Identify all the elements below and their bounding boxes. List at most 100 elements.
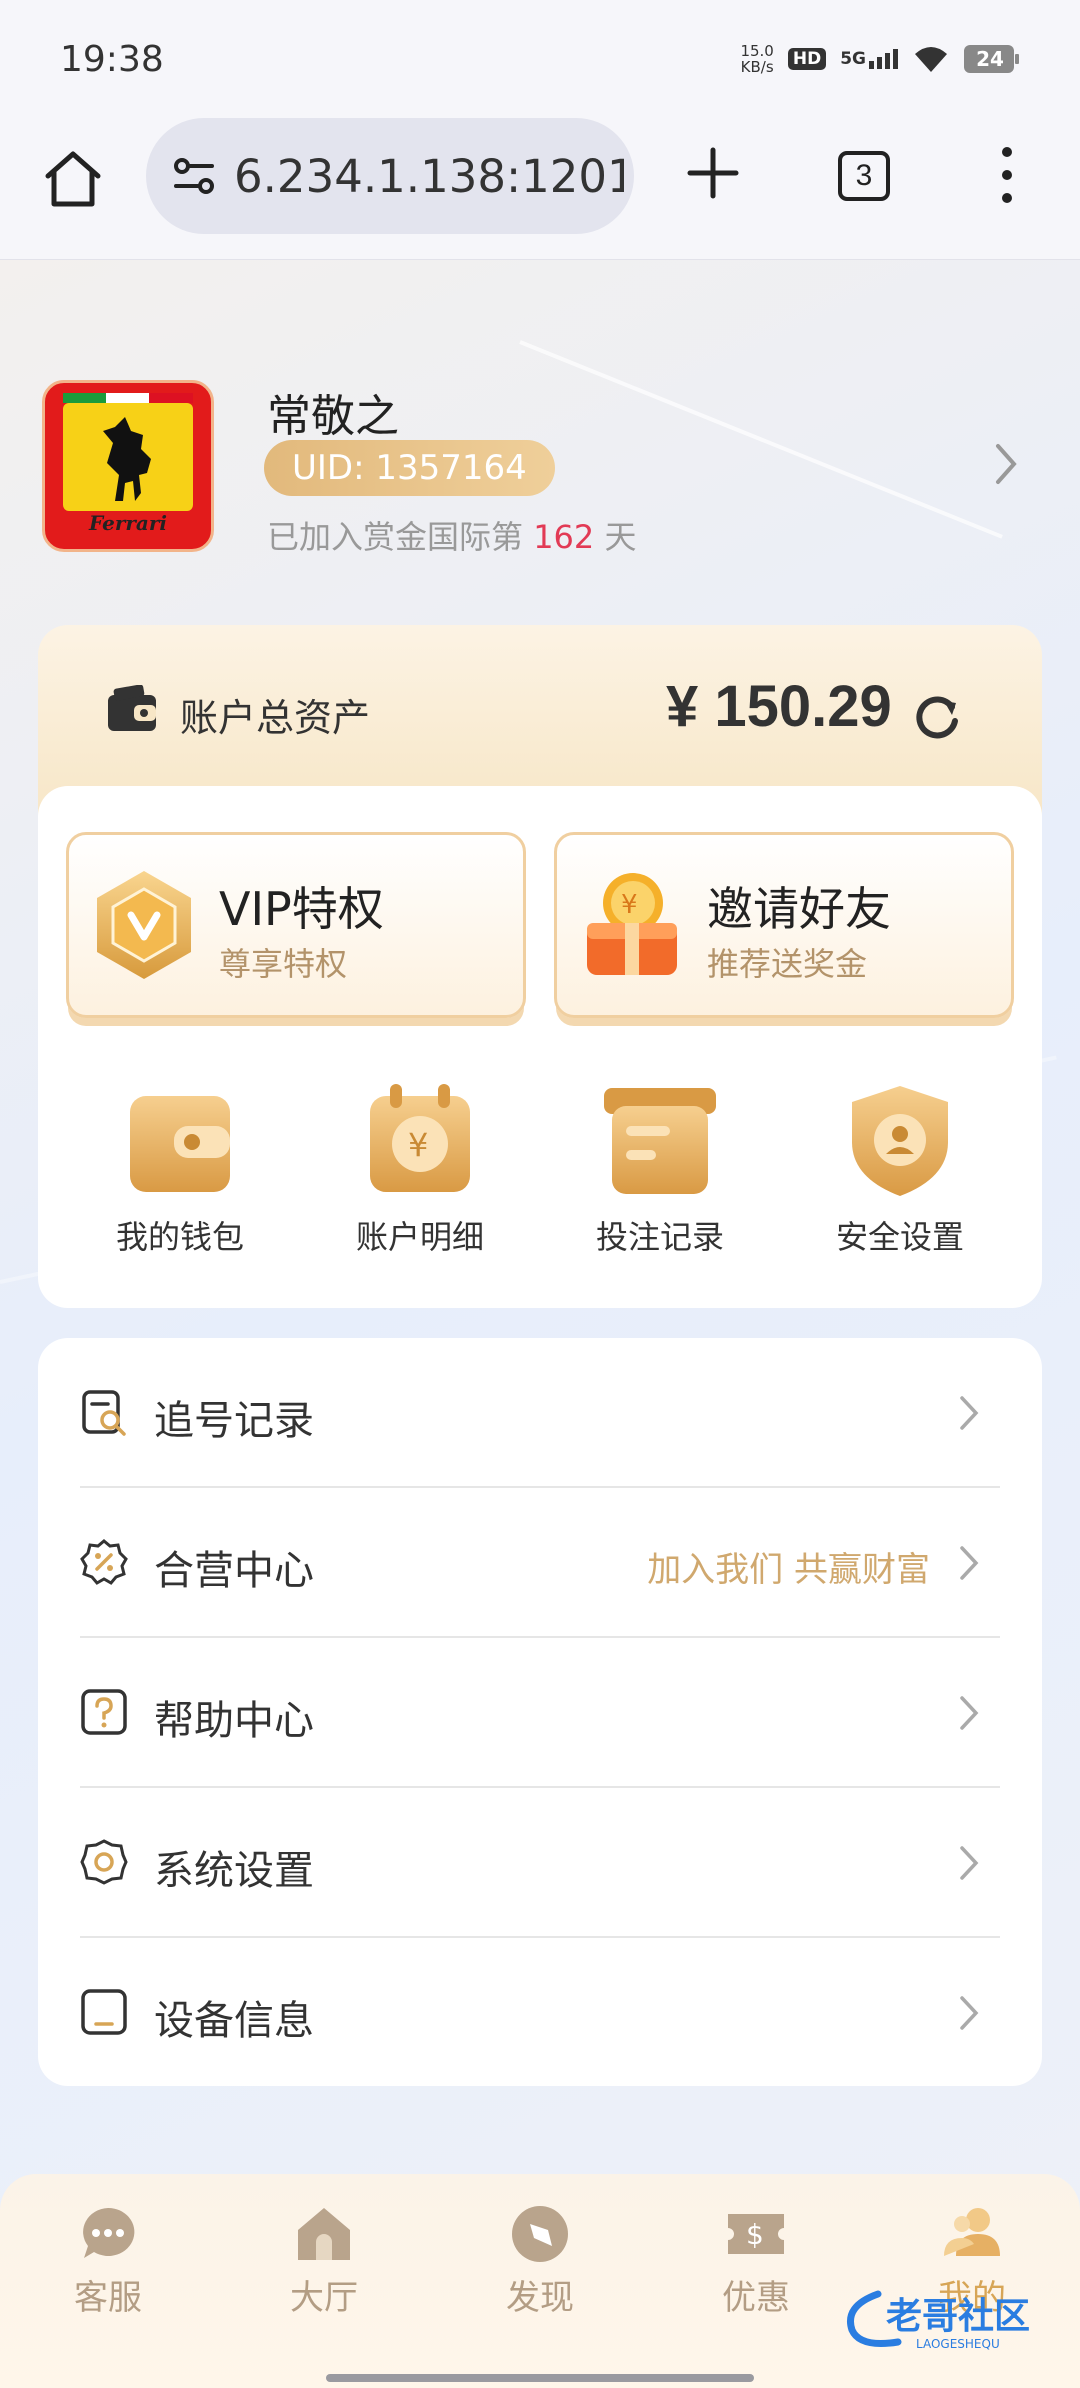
joined-days: 162 bbox=[533, 518, 595, 556]
joined-suffix: 天 bbox=[604, 518, 637, 556]
menu-item-partnership-center[interactable]: 合营中心 加入我们 共赢财富 bbox=[80, 1488, 1000, 1638]
vip-title: VIP特权 bbox=[219, 882, 384, 936]
chevron-right-icon bbox=[960, 1546, 979, 1580]
battery-icon: 24 bbox=[964, 44, 1020, 74]
avatar-text: Ferrari bbox=[89, 511, 167, 535]
home-icon[interactable] bbox=[40, 146, 106, 212]
network-speed-unit: KB/s bbox=[740, 58, 774, 76]
network-type: 5G bbox=[840, 49, 866, 69]
wallet-icon bbox=[130, 1096, 230, 1192]
site-settings-icon[interactable] bbox=[168, 150, 220, 202]
record-box-icon bbox=[604, 1088, 716, 1194]
quick-action-account-detail[interactable]: ¥ 账户明细 bbox=[320, 1082, 520, 1262]
address-bar[interactable]: 6.234.1.138:12010 bbox=[146, 118, 634, 234]
quick-action-wallet[interactable]: 我的钱包 bbox=[80, 1082, 280, 1262]
percent-badge-icon bbox=[80, 1539, 128, 1585]
network-speed: 15.0 KB/s bbox=[740, 43, 773, 75]
joined-prefix: 已加入赏金国际第 bbox=[267, 518, 524, 556]
watermark-logo: 老哥社区 LAOGESHEQU bbox=[847, 2290, 1030, 2351]
coupon-icon: $ bbox=[728, 2214, 784, 2254]
tab-label: 发现 bbox=[506, 2278, 574, 2318]
wallet-icon bbox=[108, 685, 156, 731]
chevron-right-icon bbox=[960, 1696, 979, 1730]
home-icon bbox=[298, 2208, 350, 2260]
watermark-subtext: LAOGESHEQU bbox=[916, 2337, 1000, 2351]
total-assets-label: 账户总资产 bbox=[180, 696, 371, 740]
search-doc-icon bbox=[82, 1390, 126, 1436]
status-time: 19:38 bbox=[60, 38, 164, 80]
quick-action-label: 我的钱包 bbox=[115, 1218, 244, 1256]
url-text: 6.234.1.138:12010 bbox=[234, 149, 624, 203]
chevron-right-icon[interactable] bbox=[992, 440, 1020, 488]
more-menu-icon[interactable] bbox=[990, 142, 1024, 208]
menu-item-system-settings[interactable]: 系统设置 bbox=[80, 1788, 1000, 1938]
invite-friends-card[interactable]: ¥ 邀请好友 推荐送奖金 bbox=[554, 832, 1014, 1018]
tab-promotions[interactable]: $ 优惠 bbox=[686, 2202, 826, 2319]
question-icon bbox=[81, 1689, 127, 1735]
tab-discover[interactable]: 发现 bbox=[470, 2202, 610, 2319]
svg-text:¥: ¥ bbox=[408, 1126, 428, 1164]
signal-icon: 5G bbox=[840, 49, 898, 69]
menu-item-device-info[interactable]: 设备信息 bbox=[80, 1938, 1000, 2088]
gear-icon bbox=[80, 1839, 128, 1885]
status-bar: 19:38 15.0 KB/s HD 5G 24 bbox=[0, 0, 1080, 118]
menu-item-label: 系统设置 bbox=[154, 1848, 314, 1894]
shield-user-icon bbox=[852, 1086, 948, 1196]
status-icons: 15.0 KB/s HD 5G 24 bbox=[740, 43, 1020, 75]
menu-item-help-center[interactable]: 帮助中心 bbox=[80, 1638, 1000, 1788]
vip-badge-icon bbox=[97, 871, 191, 979]
tab-customer-service[interactable]: 客服 bbox=[38, 2202, 178, 2319]
svg-text:$: $ bbox=[746, 2218, 764, 2251]
prancing-horse-icon bbox=[103, 417, 151, 501]
invite-subtitle: 推荐送奖金 bbox=[707, 945, 868, 983]
device-icon bbox=[81, 1989, 127, 2035]
tab-label: 客服 bbox=[74, 2278, 142, 2318]
tab-label: 大厅 bbox=[290, 2278, 358, 2318]
menu-item-label: 帮助中心 bbox=[154, 1698, 314, 1744]
network-speed-value: 15.0 bbox=[740, 42, 774, 60]
menu-item-label: 设备信息 bbox=[154, 1998, 314, 2044]
profile-header[interactable]: Ferrari 常敬之 UID: 1357164 已加入赏金国际第 162 天 bbox=[42, 380, 1042, 560]
browser-toolbar: 6.234.1.138:12010 3 bbox=[0, 118, 1080, 260]
vip-privilege-card[interactable]: VIP特权 尊享特权 bbox=[66, 832, 526, 1018]
tab-switcher-button[interactable]: 3 bbox=[838, 151, 890, 201]
total-assets-amount: ¥ 150.29 bbox=[666, 674, 892, 739]
menu-item-label: 追号记录 bbox=[154, 1398, 314, 1444]
chevron-right-icon bbox=[960, 1996, 979, 2030]
joined-days-text: 已加入赏金国际第 162 天 bbox=[267, 512, 636, 558]
tab-label: 优惠 bbox=[722, 2278, 790, 2318]
quick-action-label: 安全设置 bbox=[835, 1218, 964, 1256]
home-indicator[interactable] bbox=[326, 2374, 754, 2382]
battery-level: 24 bbox=[976, 47, 1004, 71]
wifi-icon bbox=[912, 44, 950, 74]
quick-action-bet-records[interactable]: 投注记录 bbox=[560, 1082, 760, 1262]
watermark-text: 老哥社区 bbox=[886, 2296, 1030, 2337]
uid-badge: UID: 1357164 bbox=[264, 440, 555, 496]
hd-icon: HD bbox=[787, 48, 827, 70]
svg-text:¥: ¥ bbox=[621, 890, 638, 920]
username: 常敬之 bbox=[267, 391, 399, 442]
bottom-tab-bar: 客服 大厅 发现 $ 优惠 我的 bbox=[0, 2174, 1080, 2388]
menu-item-hint: 加入我们 共赢财富 bbox=[647, 1550, 930, 1590]
user-icon bbox=[944, 2208, 1000, 2256]
compass-icon bbox=[512, 2206, 568, 2262]
vip-subtitle: 尊享特权 bbox=[219, 945, 348, 983]
menu-item-chase-records[interactable]: 追号记录 bbox=[80, 1338, 1000, 1488]
feature-card: VIP特权 尊享特权 ¥ 邀请好友 推荐送奖金 我的钱包 ¥ 账户明细 投注记录… bbox=[38, 786, 1042, 1308]
new-tab-icon[interactable] bbox=[680, 140, 746, 206]
menu-item-label: 合营中心 bbox=[154, 1548, 314, 1594]
chevron-right-icon bbox=[960, 1846, 979, 1880]
quick-action-security[interactable]: 安全设置 bbox=[800, 1082, 1000, 1262]
invite-title: 邀请好友 bbox=[707, 882, 891, 936]
calendar-yen-icon: ¥ bbox=[370, 1084, 470, 1192]
avatar[interactable]: Ferrari bbox=[42, 380, 214, 552]
profile-page: Ferrari 常敬之 UID: 1357164 已加入赏金国际第 162 天 … bbox=[0, 260, 1080, 2388]
refresh-icon[interactable] bbox=[912, 691, 962, 741]
chevron-right-icon bbox=[960, 1396, 979, 1430]
tab-lobby[interactable]: 大厅 bbox=[254, 2202, 394, 2319]
gift-icon: ¥ bbox=[587, 873, 677, 975]
menu-list: 追号记录 合营中心 加入我们 共赢财富 帮助中心 系统设置 设备信息 bbox=[38, 1338, 1042, 2086]
quick-action-label: 投注记录 bbox=[595, 1218, 724, 1256]
quick-action-label: 账户明细 bbox=[355, 1218, 484, 1256]
chat-icon bbox=[83, 2207, 135, 2258]
